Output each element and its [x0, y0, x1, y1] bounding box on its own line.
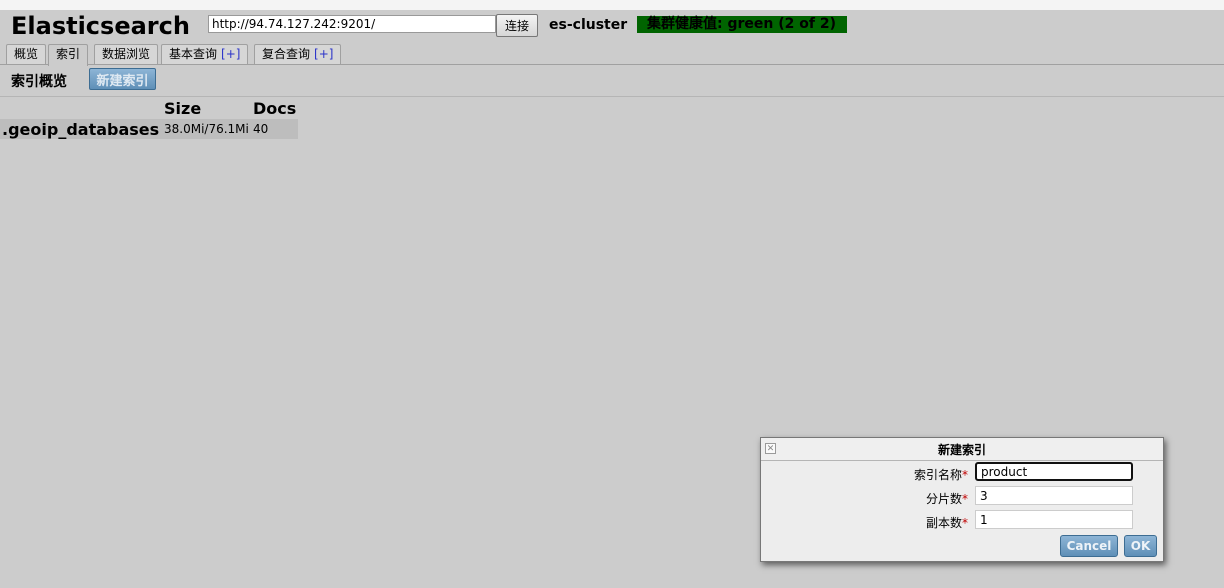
tab-indices[interactable]: 索引	[48, 44, 89, 66]
ok-button[interactable]: OK	[1124, 535, 1157, 557]
add-complex-query-link[interactable]: [+]	[314, 47, 333, 61]
shards-label: 分片数*	[821, 490, 968, 507]
tab-label: 概览	[14, 47, 39, 61]
header-bar: Elasticsearch 连接 es-cluster 集群健康值: green…	[0, 10, 1224, 43]
index-docs: 40	[253, 122, 269, 136]
index-name[interactable]: .geoip_databases	[2, 120, 159, 139]
index-size: 38.0Mi/76.1Mi	[164, 122, 249, 136]
column-header-size: Size	[164, 99, 202, 118]
cluster-health-badge: 集群健康值: green (2 of 2)	[637, 16, 847, 33]
app-title: Elasticsearch	[11, 12, 190, 40]
tab-overview[interactable]: 概览	[6, 44, 47, 64]
replicas-label: 副本数*	[821, 514, 968, 531]
section-title: 索引概览	[11, 74, 67, 90]
required-mark: *	[962, 492, 968, 506]
cancel-button[interactable]: Cancel	[1060, 535, 1118, 557]
tab-label: 复合查询	[262, 47, 311, 61]
tab-complex-query[interactable]: 复合查询 [+]	[254, 44, 342, 64]
browser-top-strip	[0, 0, 1224, 10]
field-label-text: 索引名称	[913, 468, 962, 482]
dialog-title: 新建索引	[937, 443, 986, 457]
tab-label: 基本查询	[169, 47, 218, 61]
field-label-text: 分片数	[925, 492, 962, 506]
tab-bar: 概览 索引 数据浏览 基本查询 [+] 复合查询 [+]	[0, 43, 1224, 66]
required-mark: *	[962, 468, 968, 482]
tab-label: 索引	[56, 47, 81, 61]
indices-toolbar: 索引概览 新建索引	[0, 65, 1224, 97]
tab-label: 数据浏览	[102, 47, 151, 61]
replicas-input[interactable]	[975, 510, 1133, 529]
new-index-button[interactable]: 新建索引	[89, 68, 156, 90]
index-name-label: 索引名称*	[821, 466, 968, 483]
cluster-name: es-cluster	[549, 17, 628, 33]
column-header-docs: Docs	[253, 99, 297, 118]
new-index-dialog: ✕ 新建索引 索引名称* 分片数* 副本数* Cancel OK	[760, 437, 1164, 562]
table-row[interactable]: .geoip_databases 38.0Mi/76.1Mi 40	[0, 119, 298, 139]
dialog-titlebar[interactable]: ✕ 新建索引	[761, 438, 1163, 461]
required-mark: *	[962, 516, 968, 530]
field-label-text: 副本数	[925, 516, 962, 530]
shards-input[interactable]	[975, 486, 1133, 505]
index-name-input[interactable]	[975, 462, 1133, 481]
cluster-url-input[interactable]	[208, 15, 496, 33]
tab-browser[interactable]: 数据浏览	[94, 44, 159, 64]
connect-button[interactable]: 连接	[496, 14, 538, 37]
tab-basic-query[interactable]: 基本查询 [+]	[161, 44, 249, 64]
add-basic-query-link[interactable]: [+]	[221, 47, 240, 61]
